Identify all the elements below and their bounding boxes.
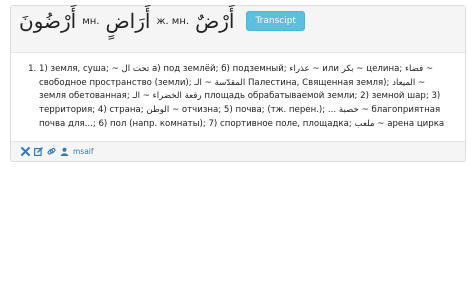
edit-icon[interactable] [34,146,43,156]
entry-body: 1) земля, суша; ~ تحت ال а) под землёй; … [11,52,465,142]
author-link[interactable]: msaif [73,147,94,156]
entry-header: أَرْضُونَ мн. أَرَاضٍ ж. мн. أَرْضٌ Tran… [11,6,465,52]
plural-2-abbr: мн. [82,15,100,27]
transcript-button[interactable]: Transcipt [246,11,305,31]
dictionary-entry-card: أَرْضُونَ мн. أَرَاضٍ ж. мн. أَرْضٌ Tran… [10,5,466,162]
headword: أَرْضٌ [195,9,235,33]
plural-1-abbr: ж. мн. [156,15,190,27]
headword-line: أَرْضُونَ мн. أَرَاضٍ ж. мн. أَرْضٌ Tran… [19,9,305,33]
user-icon [60,147,69,156]
plural-2-word: أَرْضُونَ [19,9,77,33]
link-icon[interactable] [47,147,56,156]
close-icon[interactable] [21,146,30,156]
plural-1-word: أَرَاضٍ [105,9,151,33]
entry-footer: msaif [11,140,465,162]
definition-list: 1) земля, суша; ~ تحت ال а) под землёй; … [11,53,465,132]
definition-item: 1) земля, суша; ~ تحت ال а) под землёй; … [39,63,451,132]
